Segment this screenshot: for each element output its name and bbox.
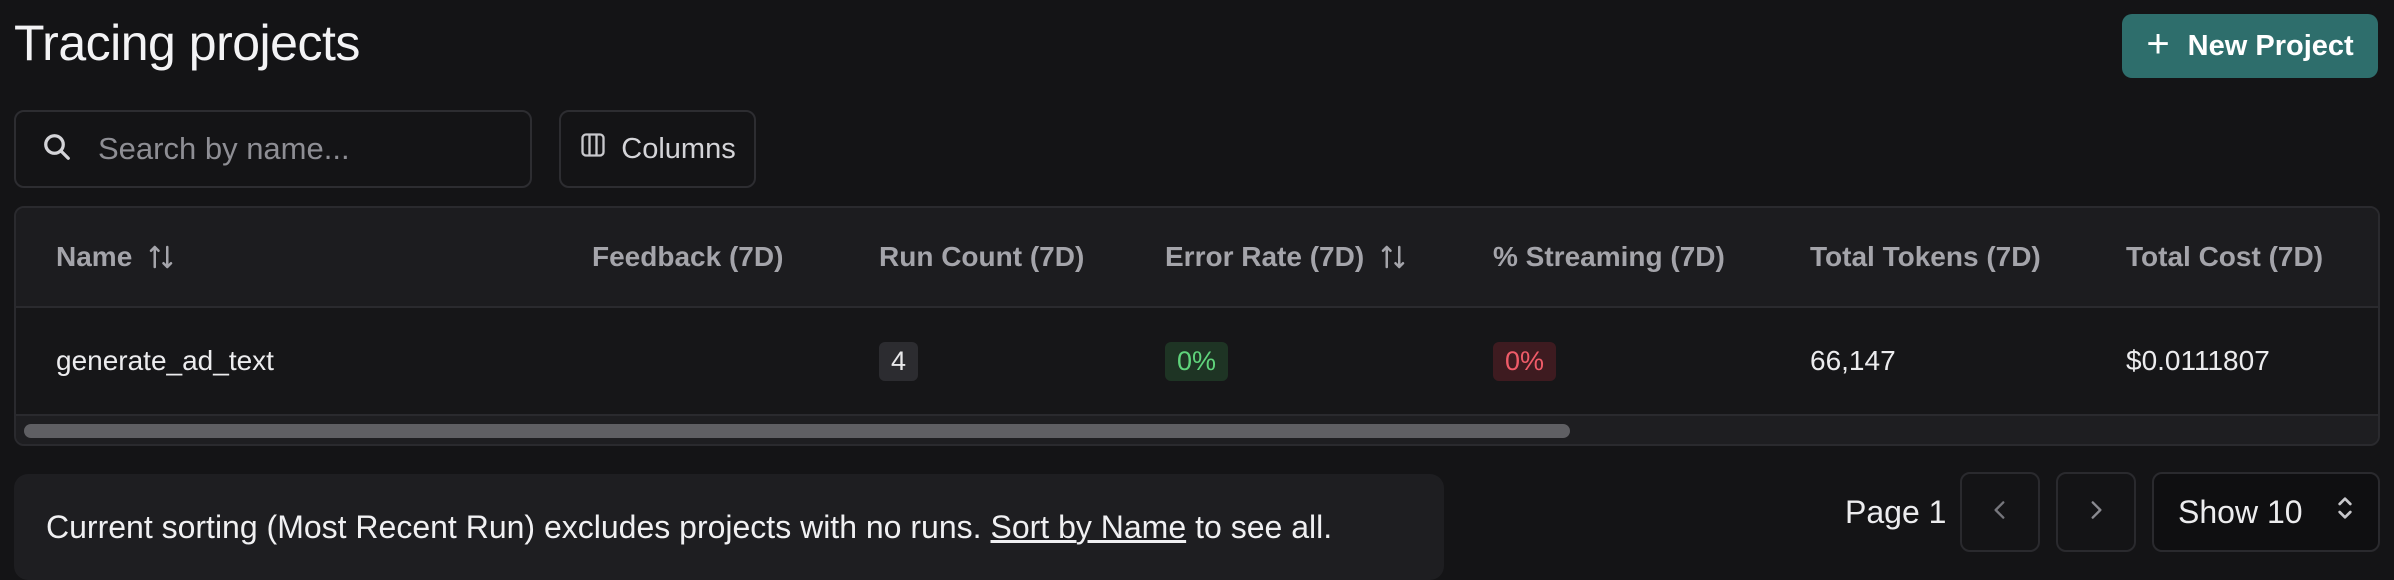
project-name[interactable]: generate_ad_text [56, 308, 274, 414]
col-label: Name [56, 241, 133, 272]
new-project-button[interactable]: + New Project [2122, 14, 2378, 78]
page-title: Tracing projects [14, 15, 360, 71]
notice-text-before: Current sorting (Most Recent Run) exclud… [46, 508, 982, 545]
new-project-label: New Project [2187, 29, 2354, 62]
chevron-updown-icon [2334, 492, 2356, 532]
col-label: Error Rate (7D) [1165, 241, 1365, 272]
col-header-run-count: Run Count (7D) [879, 208, 1084, 306]
col-label: Total Tokens (7D) [1810, 241, 2041, 272]
error-rate-cell: 0% [1165, 308, 1229, 414]
sort-arrows-icon[interactable] [1378, 242, 1408, 272]
chevron-right-icon [2083, 497, 2109, 528]
sorting-notice: Current sorting (Most Recent Run) exclud… [14, 474, 1444, 580]
next-page-button[interactable] [2056, 472, 2136, 552]
columns-label: Columns [621, 132, 736, 165]
streaming-badge: 0% [1493, 341, 1557, 381]
page-size-select[interactable]: Show 10 [2152, 472, 2380, 552]
col-header-feedback: Feedback (7D) [592, 208, 783, 306]
sort-arrows-icon[interactable] [146, 242, 176, 272]
col-header-total-tokens: Total Tokens (7D) [1810, 208, 2041, 306]
plus-icon: + [2146, 22, 2170, 66]
col-label: % Streaming (7D) [1493, 241, 1725, 272]
scrollbar-thumb[interactable] [24, 424, 1570, 438]
page-indicator: Page 1 [1845, 493, 1947, 530]
chevron-left-icon [1987, 497, 2013, 528]
total-tokens-cell: 66,147 [1810, 345, 1896, 376]
columns-button[interactable]: Columns [559, 110, 756, 188]
total-cost-cell: $0.0111807 [2126, 345, 2270, 376]
col-header-total-cost: Total Cost (7D) [2126, 208, 2323, 306]
table-row[interactable]: generate_ad_text 4 0% 0% 66,147 $0.01118… [16, 308, 2378, 416]
error-rate-badge: 0% [1165, 341, 1229, 381]
col-label: Total Cost (7D) [2126, 241, 2324, 272]
streaming-cell: 0% [1493, 308, 1557, 414]
search-icon [16, 132, 72, 167]
run-count-cell: 4 [879, 308, 919, 414]
page-size-label: Show 10 [2178, 493, 2303, 530]
sort-by-name-link[interactable]: Sort by Name [991, 509, 1187, 546]
run-count-badge: 4 [879, 341, 919, 381]
col-header-error-rate[interactable]: Error Rate (7D) [1165, 208, 1408, 306]
search-input[interactable] [96, 130, 500, 168]
search-box[interactable] [14, 110, 532, 188]
previous-page-button[interactable] [1960, 472, 2040, 552]
columns-icon [579, 131, 607, 167]
horizontal-scrollbar[interactable] [16, 416, 2378, 444]
col-header-streaming: % Streaming (7D) [1493, 208, 1725, 306]
col-label: Feedback (7D) [592, 241, 784, 272]
col-label: Run Count (7D) [879, 241, 1085, 272]
projects-table: Name Feedback (7D) Run Count (7D) Error … [14, 206, 2380, 446]
notice-text-after: to see all. [1195, 508, 1333, 545]
col-header-name[interactable]: Name [56, 208, 176, 306]
table-header: Name Feedback (7D) Run Count (7D) Error … [16, 208, 2378, 308]
